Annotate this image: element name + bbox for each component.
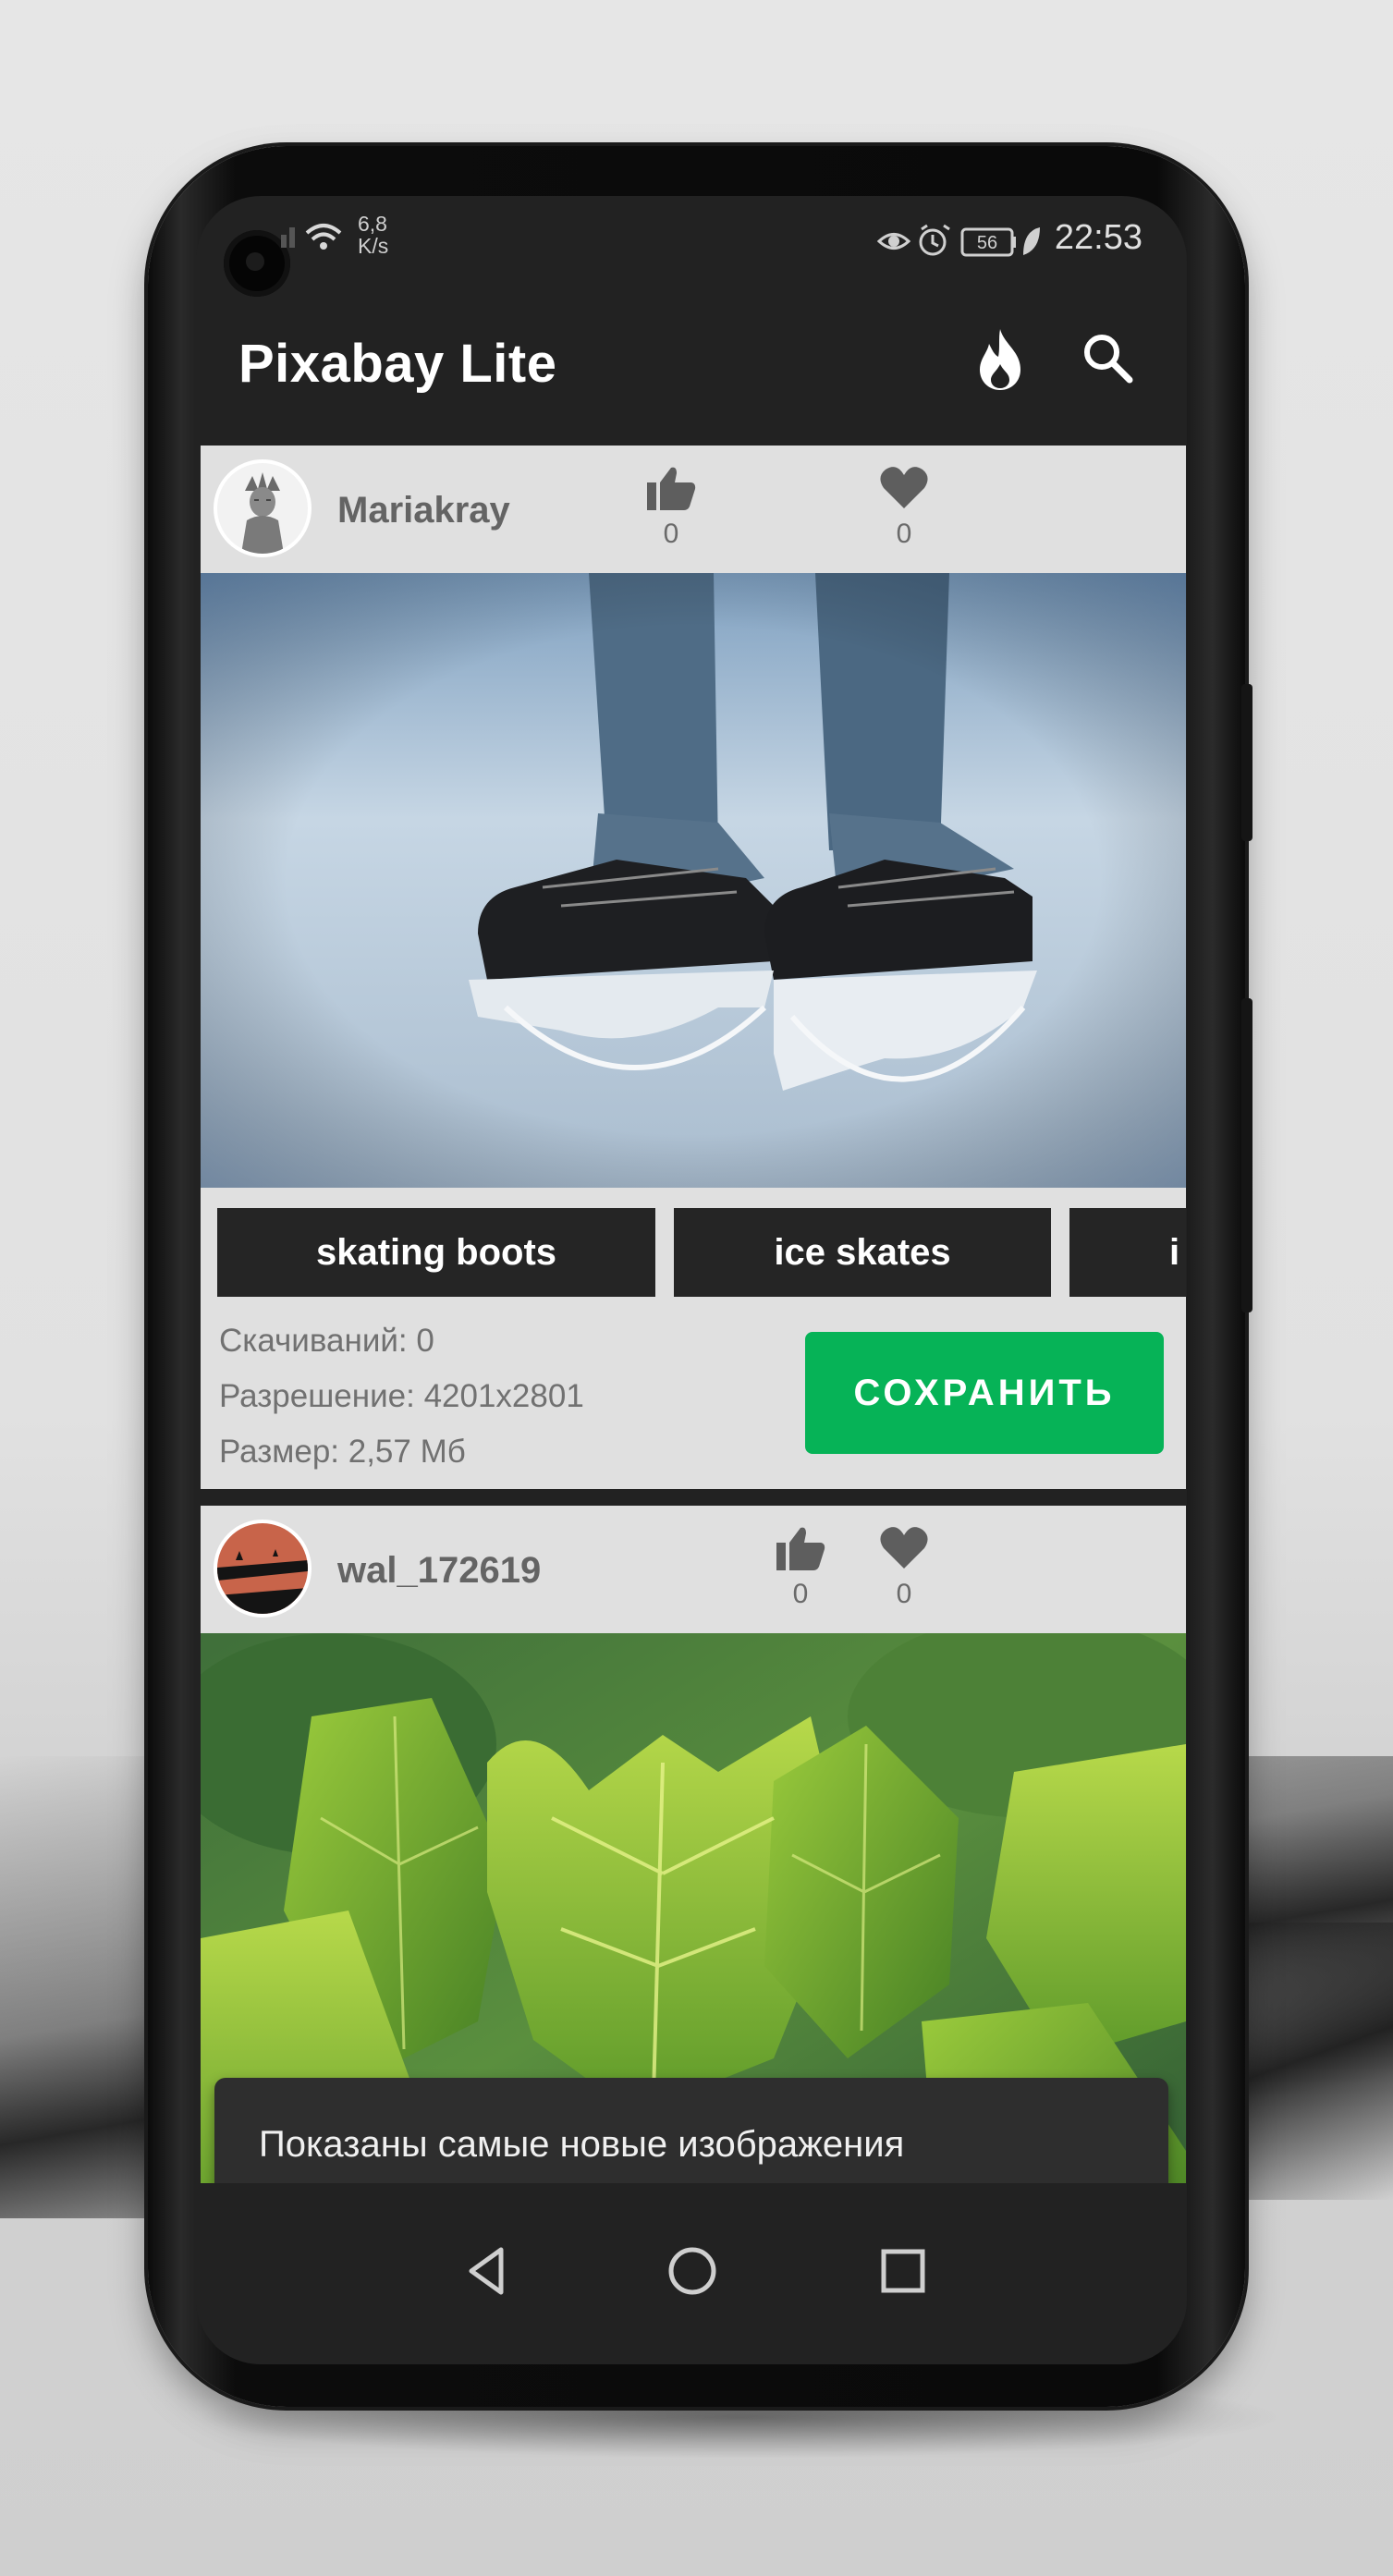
favorite-count: 0: [896, 1579, 912, 1609]
app-title: Pixabay Lite: [238, 334, 557, 394]
post-image[interactable]: [201, 573, 1186, 1188]
leaf-icon: [1023, 227, 1040, 255]
thumb-up-icon: [647, 467, 696, 510]
battery-level: 56: [977, 233, 997, 253]
like-stat[interactable]: 0: [768, 1524, 833, 1610]
favorite-count: 0: [896, 519, 912, 549]
ice-skates-photo: [201, 573, 1186, 1188]
phone-screen: 6,8 K/s 56 22:53 Pixabay Lite Mariakray …: [196, 196, 1187, 2364]
search-icon: [1084, 335, 1133, 384]
post-meta: Скачиваний: 0 Разрешение: 4201x2801 Разм…: [201, 1297, 1186, 1489]
popular-button[interactable]: [963, 324, 1037, 397]
status-icons: 56: [876, 224, 1040, 257]
network-speed-value: 6,8: [358, 212, 387, 236]
tag-list[interactable]: skating boots ice skates i: [201, 1188, 1186, 1297]
network-speed-unit: K/s: [358, 234, 389, 258]
post-header: wal_172619 0 0: [201, 1506, 1186, 1633]
downloads-count: Скачиваний: 0: [219, 1323, 434, 1359]
app-bar: Pixabay Lite: [196, 288, 1187, 446]
system-nav-bar: [196, 2183, 1187, 2364]
save-button[interactable]: СОХРАНИТЬ: [805, 1332, 1164, 1454]
user-name[interactable]: wal_172619: [337, 1550, 541, 1592]
fire-icon: [980, 329, 1020, 390]
favorite-stat[interactable]: 0: [872, 1524, 936, 1610]
like-count: 0: [663, 519, 679, 549]
user-avatar[interactable]: [214, 1520, 312, 1618]
clock: 22:53: [1054, 218, 1143, 257]
tag-chip[interactable]: ice skates: [674, 1208, 1051, 1297]
home-button[interactable]: [651, 2229, 734, 2313]
like-stat[interactable]: 0: [639, 464, 703, 550]
user-avatar[interactable]: [214, 459, 312, 557]
volume-button: [1241, 684, 1252, 841]
alarm-icon: [919, 224, 950, 256]
signal-wifi-icon: [281, 224, 342, 250]
like-count: 0: [792, 1579, 809, 1609]
sunset-avatar-image: [217, 1523, 308, 1614]
heart-icon: [880, 1527, 928, 1569]
image-feed[interactable]: Mariakray 0 0 skating boots ice skates i…: [201, 446, 1186, 2243]
thumb-up-icon: [776, 1527, 825, 1570]
recents-button[interactable]: [861, 2229, 945, 2313]
battery-icon: 56: [960, 227, 1016, 257]
image-size: Размер: 2,57 Мб: [219, 1434, 466, 1470]
power-button: [1241, 998, 1252, 1312]
eye-icon: [876, 233, 911, 250]
tag-chip[interactable]: skating boots: [217, 1208, 655, 1297]
post-card: Mariakray 0 0 skating boots ice skates i…: [201, 446, 1186, 1489]
favorite-stat[interactable]: 0: [872, 464, 936, 550]
recents-icon: [881, 2249, 925, 2293]
home-icon: [668, 2247, 716, 2295]
status-bar: 6,8 K/s 56 22:53: [196, 196, 1187, 297]
back-button[interactable]: [446, 2229, 529, 2313]
back-icon: [469, 2247, 504, 2295]
image-resolution: Разрешение: 4201x2801: [219, 1378, 584, 1414]
search-button[interactable]: [1070, 322, 1144, 396]
user-name[interactable]: Mariakray: [337, 490, 510, 531]
tag-chip[interactable]: i: [1069, 1208, 1186, 1297]
network-speed: 6,8 K/s: [358, 213, 388, 257]
card-divider: [201, 1489, 1186, 1506]
heart-icon: [880, 467, 928, 508]
post-header: Mariakray 0 0: [201, 446, 1186, 573]
statue-avatar-image: [217, 463, 308, 554]
